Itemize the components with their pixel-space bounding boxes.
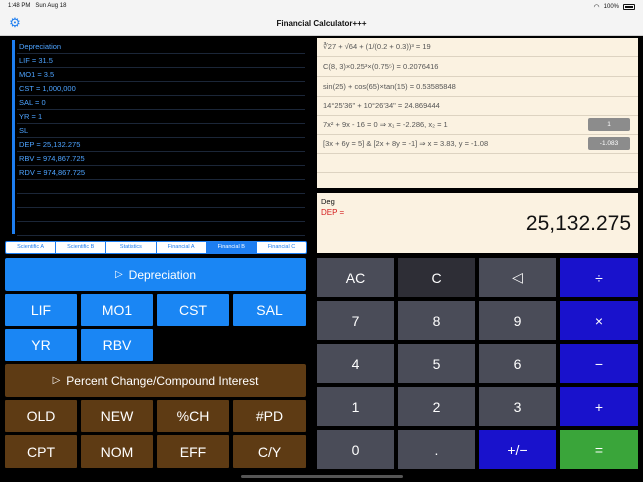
tape-line: Depreciation (17, 40, 305, 54)
mode-tabs: Scientific A Scientific B Statistics Fin… (5, 241, 307, 254)
history-expression: 14°25'36" + 10°26'34" = 24.869444 (323, 101, 440, 110)
depreciation-button[interactable]: ▷ Depreciation (5, 258, 306, 291)
tab-financial-a[interactable]: Financial A (157, 242, 207, 253)
tape-line: CST = 1,000,000 (17, 82, 305, 96)
calculation-history[interactable]: ∛27 + √64 + (1/(0.2 + 0.3))³ = 19 C(8, 3… (317, 38, 638, 188)
eff-key[interactable]: EFF (157, 435, 229, 468)
battery-icon (623, 4, 635, 10)
num-periods-key[interactable]: #PD (233, 400, 306, 432)
multiply-key[interactable]: × (560, 301, 638, 340)
history-row[interactable]: ∛27 + √64 + (1/(0.2 + 0.3))³ = 19 (317, 38, 638, 57)
tape-lines: Depreciation LIF = 31.5 MO1 = 3.5 CST = … (17, 40, 305, 236)
tape-line (17, 208, 305, 222)
add-key[interactable]: + (560, 387, 638, 426)
percent-change-button[interactable]: ▷ Percent Change/Compound Interest (5, 364, 306, 397)
history-expression: 7x² + 9x - 16 = 0 ⇒ x₁ = -2.286, x₂ = 1 (323, 120, 448, 129)
tape-scroll-indicator (12, 40, 15, 234)
battery-percent: 100% (603, 4, 619, 10)
c-per-y-key[interactable]: C/Y (233, 435, 306, 468)
sal-key[interactable]: SAL (233, 294, 306, 326)
old-key[interactable]: OLD (5, 400, 77, 432)
navigation-bar: ⚙ Financial Calculator+++ (0, 12, 643, 36)
digit-8-key[interactable]: 8 (398, 301, 475, 340)
yr-key[interactable]: YR (5, 329, 77, 361)
tape-line (17, 194, 305, 208)
digit-0-key[interactable]: 0 (317, 430, 394, 469)
history-expression: C(8, 3)×0.25³×(0.75⁵) = 0.2076416 (323, 62, 439, 71)
history-row[interactable]: 7x² + 9x - 16 = 0 ⇒ x₁ = -2.286, x₂ = 1 … (317, 116, 638, 135)
history-row[interactable] (317, 154, 638, 173)
lif-key[interactable]: LIF (5, 294, 77, 326)
nom-key[interactable]: NOM (81, 435, 153, 468)
tape-line: MO1 = 3.5 (17, 68, 305, 82)
home-indicator[interactable] (241, 475, 403, 478)
digit-5-key[interactable]: 5 (398, 344, 475, 383)
tab-financial-b[interactable]: Financial B (206, 242, 257, 253)
history-expression: ∛27 + √64 + (1/(0.2 + 0.3))³ = 19 (323, 42, 431, 51)
status-date: Sun Aug 18 (35, 3, 67, 9)
tape-line: YR = 1 (17, 110, 305, 124)
tape-line: SL (17, 124, 305, 138)
history-row[interactable]: sin(25) + cos(65)×tan(15) = 0.53585848 (317, 78, 638, 97)
depreciation-label: Depreciation (128, 267, 197, 282)
tape-line: DEP = 25,132.275 (17, 138, 305, 152)
tab-scientific-a[interactable]: Scientific A (6, 242, 57, 253)
tab-statistics[interactable]: Statistics (106, 242, 157, 253)
app-title: Financial Calculator+++ (276, 19, 367, 28)
rbv-key[interactable]: RBV (81, 329, 153, 361)
cpt-key[interactable]: CPT (5, 435, 77, 468)
history-result-button[interactable]: 1 (588, 118, 630, 131)
result-value: 25,132.275 (525, 212, 631, 235)
new-key[interactable]: NEW (81, 400, 153, 432)
decimal-key[interactable]: . (398, 430, 475, 469)
history-expression: [3x + 6y = 5] & [2x + 8y = -1] ⇒ x = 3.8… (323, 139, 489, 148)
backspace-icon[interactable]: ◁ (479, 258, 556, 297)
tab-scientific-b[interactable]: Scientific B (56, 242, 107, 253)
result-display: Deg DEP = 25,132.275 (317, 193, 638, 253)
angle-mode: Deg (321, 197, 335, 206)
all-clear-key[interactable]: AC (317, 258, 394, 297)
wifi-icon: ◠ (593, 4, 600, 11)
equals-key[interactable]: = (560, 430, 638, 469)
percent-change-label: Percent Change/Compound Interest (66, 373, 259, 388)
paper-tape[interactable]: Depreciation LIF = 31.5 MO1 = 3.5 CST = … (5, 38, 307, 236)
play-icon: ▷ (114, 269, 123, 280)
result-label: DEP = (321, 208, 345, 217)
status-bar: 1:48 PM Sun Aug 18 ◠ 100% (0, 0, 643, 12)
digit-3-key[interactable]: 3 (479, 387, 556, 426)
digit-4-key[interactable]: 4 (317, 344, 394, 383)
tape-line: RBV = 974,867.725 (17, 152, 305, 166)
tape-line (17, 222, 305, 236)
play-icon: ▷ (52, 375, 61, 386)
history-row[interactable]: C(8, 3)×0.25³×(0.75⁵) = 0.2076416 (317, 58, 638, 77)
tape-line: RDV = 974,867.725 (17, 166, 305, 180)
history-row[interactable]: [3x + 6y = 5] & [2x + 8y = -1] ⇒ x = 3.8… (317, 135, 638, 154)
percent-ch-key[interactable]: %CH (157, 400, 229, 432)
cst-key[interactable]: CST (157, 294, 229, 326)
tape-line: SAL = 0 (17, 96, 305, 110)
digit-6-key[interactable]: 6 (479, 344, 556, 383)
tab-financial-c[interactable]: Financial C (257, 242, 306, 253)
divide-key[interactable]: ÷ (560, 258, 638, 297)
history-row[interactable]: 14°25'36" + 10°26'34" = 24.869444 (317, 97, 638, 116)
digit-9-key[interactable]: 9 (479, 301, 556, 340)
subtract-key[interactable]: − (560, 344, 638, 383)
digit-1-key[interactable]: 1 (317, 387, 394, 426)
mo1-key[interactable]: MO1 (81, 294, 153, 326)
sign-toggle-key[interactable]: +/− (479, 430, 556, 469)
digit-2-key[interactable]: 2 (398, 387, 475, 426)
clear-key[interactable]: C (398, 258, 475, 297)
digit-7-key[interactable]: 7 (317, 301, 394, 340)
status-time: 1:48 PM (8, 3, 31, 9)
tape-line (17, 180, 305, 194)
history-result-button[interactable]: -1.083 (588, 137, 630, 150)
tape-line: LIF = 31.5 (17, 54, 305, 68)
history-expression: sin(25) + cos(65)×tan(15) = 0.53585848 (323, 82, 456, 91)
